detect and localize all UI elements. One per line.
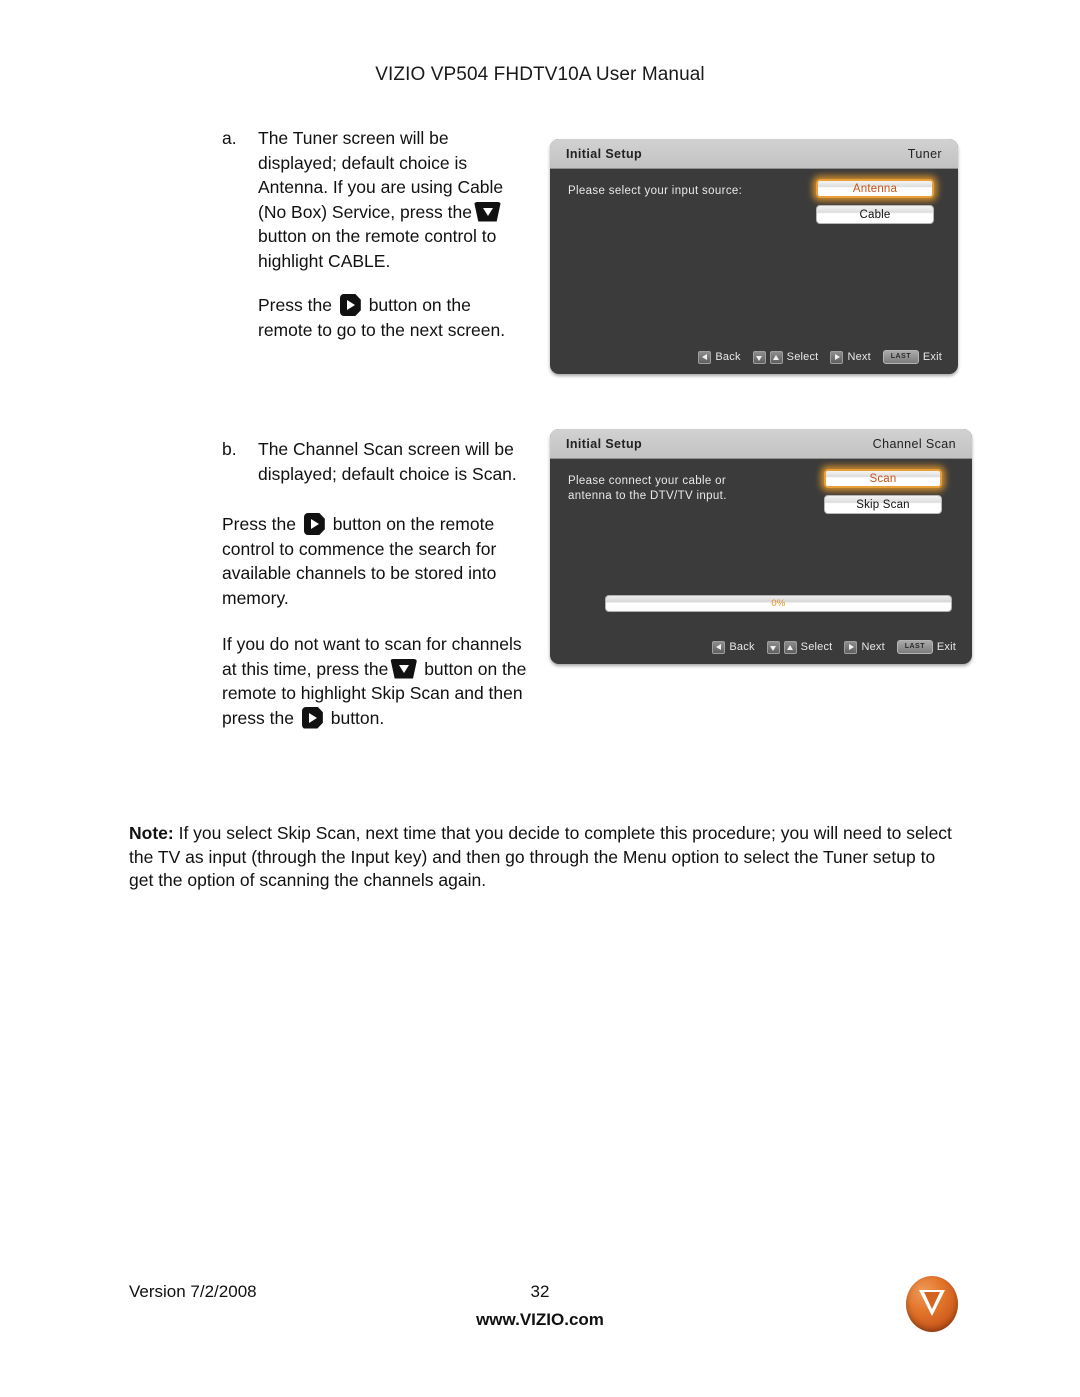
note-paragraph: Note: If you select Skip Scan, next time…	[129, 822, 954, 893]
down-arrow-key-icon	[390, 658, 418, 679]
osd-channel-scan-choices: Scan Skip Scan	[824, 469, 942, 521]
last-key-icon: LAST	[896, 640, 933, 654]
osd-channel-scan-nav-exit[interactable]: LAST Exit	[896, 640, 956, 654]
osd-channel-scan-nav-select[interactable]: Select	[766, 640, 833, 654]
osd-tuner-titlebar: Initial Setup Tuner	[550, 139, 958, 169]
page-title: VIZIO VP504 FHDTV10A User Manual	[375, 64, 705, 85]
instruction-block-b: b. The Channel Scan screen will be displ…	[222, 437, 534, 730]
right-arrow-key-icon	[844, 640, 858, 654]
osd-tuner-title-left: Initial Setup	[566, 146, 643, 161]
osd-tuner-nav-select-label: Select	[786, 351, 819, 363]
osd-channel-scan-titlebar: Initial Setup Channel Scan	[550, 429, 972, 459]
right-arrow-key-icon	[830, 350, 844, 364]
osd-channel-scan-prompt: Please connect your cable or antenna to …	[568, 474, 727, 504]
note-label: Note:	[129, 823, 174, 843]
osd-channel-scan-nav-next[interactable]: Next	[844, 640, 885, 654]
instruction-b-text-2: Press the	[222, 514, 296, 534]
osd-channel-scan-title-right: Channel Scan	[872, 436, 956, 451]
instruction-b-text-6: button.	[330, 707, 385, 728]
osd-channel-scan-navbar: Back Select Next LAST Exit	[712, 640, 956, 654]
osd-tuner-choices: Antenna Cable	[816, 179, 934, 231]
up-arrow-key-icon	[783, 640, 797, 654]
instruction-a-text-3: Press the	[258, 295, 332, 315]
osd-tuner-choice-cable[interactable]: Cable	[816, 205, 934, 224]
osd-tuner-nav-exit[interactable]: LAST Exit	[882, 350, 942, 364]
osd-channel-scan-nav-back[interactable]: Back	[712, 640, 755, 654]
last-key-icon: LAST	[882, 350, 919, 364]
right-arrow-key-icon	[303, 513, 325, 535]
osd-tuner-nav-back[interactable]: Back	[698, 350, 741, 364]
up-arrow-key-icon	[769, 350, 783, 364]
scan-progress-label: 0%	[771, 598, 786, 609]
right-arrow-key-icon	[301, 706, 323, 729]
osd-channel-scan-nav-back-label: Back	[729, 641, 755, 653]
osd-tuner-nav-exit-label: Exit	[922, 351, 942, 363]
scan-progress-bar: 0%	[605, 595, 952, 612]
osd-channel-scan-nav-select-label: Select	[800, 641, 833, 653]
osd-tuner-nav-next-label: Next	[847, 351, 871, 363]
osd-channel-scan-nav-exit-label: Exit	[936, 641, 956, 653]
osd-channel-scan-nav-next-label: Next	[861, 641, 885, 653]
osd-tuner-screen: Initial Setup Tuner Please select your i…	[550, 139, 958, 374]
down-arrow-key-icon	[766, 640, 780, 654]
left-arrow-key-icon	[712, 640, 726, 654]
vizio-logo-inner-v-icon	[924, 1292, 940, 1309]
down-arrow-key-icon	[473, 201, 501, 222]
osd-channel-scan-title-left: Initial Setup	[566, 436, 643, 451]
left-arrow-key-icon	[698, 350, 712, 364]
osd-channel-scan-screen: Initial Setup Channel Scan Please connec…	[550, 429, 972, 664]
osd-tuner-nav-select[interactable]: Select	[752, 350, 819, 364]
osd-channel-scan-body: Please connect your cable or antenna to …	[550, 459, 972, 664]
osd-channel-scan-prompt-line1: Please connect your cable or	[568, 475, 727, 487]
osd-tuner-nav-next[interactable]: Next	[830, 350, 871, 364]
right-arrow-key-icon	[339, 294, 361, 316]
osd-channel-scan-choice-scan[interactable]: Scan	[824, 469, 942, 488]
note-text: If you select Skip Scan, next time that …	[129, 823, 952, 890]
instruction-a-text-1: The Tuner screen will be displayed; defa…	[258, 128, 504, 222]
list-marker-a: a.	[222, 128, 237, 148]
list-marker-b: b.	[222, 439, 237, 459]
instruction-b-text-1: The Channel Scan screen will be displaye…	[258, 439, 517, 484]
osd-channel-scan-prompt-line2: antenna to the DTV/TV input.	[568, 490, 727, 502]
osd-channel-scan-choice-skip-scan[interactable]: Skip Scan	[824, 495, 942, 514]
vizio-logo-icon	[906, 1276, 958, 1332]
osd-tuner-nav-back-label: Back	[715, 351, 741, 363]
osd-tuner-choice-antenna[interactable]: Antenna	[816, 179, 934, 198]
osd-tuner-body: Please select your input source: Antenna…	[550, 169, 958, 374]
osd-tuner-prompt: Please select your input source:	[568, 185, 743, 197]
osd-tuner-navbar: Back Select Next LAST Exit	[698, 350, 942, 364]
osd-tuner-title-right: Tuner	[907, 146, 942, 161]
instruction-a-text-2: button on the remote control to highligh…	[258, 226, 497, 271]
down-arrow-key-icon	[752, 350, 766, 364]
instruction-block-a: a. The Tuner screen will be displayed; d…	[222, 126, 522, 342]
